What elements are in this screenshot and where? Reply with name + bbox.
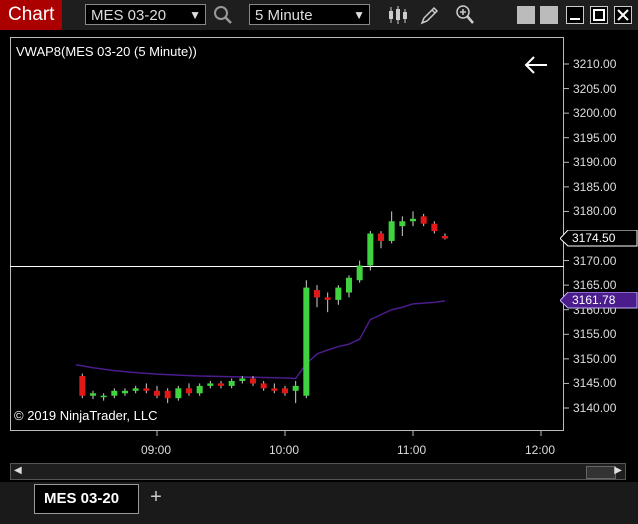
candle[interactable] — [442, 233, 448, 240]
candle[interactable] — [111, 388, 118, 399]
candle[interactable] — [79, 373, 86, 399]
y-tick-label: 3150.00 — [573, 351, 617, 366]
y-tick-label: 3205.00 — [573, 81, 617, 96]
candle[interactable] — [90, 390, 96, 400]
candle[interactable] — [164, 388, 171, 404]
candle-body-up — [303, 287, 310, 396]
candle-body-down — [164, 390, 171, 399]
add-tab-button[interactable]: + — [143, 484, 169, 512]
candle[interactable] — [410, 211, 416, 227]
y-tick-label: 3210.00 — [573, 57, 617, 71]
candle-body-down — [154, 390, 160, 396]
candle-body-up — [207, 383, 214, 386]
vwap-price-value: 3161.78 — [572, 293, 616, 308]
scrollbar-thumb[interactable] — [586, 466, 616, 479]
y-tick-label: 3180.00 — [573, 204, 617, 219]
candle-body-down — [271, 388, 278, 391]
last-price-value: 3174.50 — [572, 230, 616, 245]
candle-body-down — [314, 290, 320, 298]
arrow-left-icon[interactable] — [523, 55, 549, 75]
candle-body-down — [378, 233, 384, 241]
candle-body-up — [90, 393, 96, 396]
candle-body-up — [388, 221, 395, 241]
x-tick-label: 09:00 — [141, 443, 172, 457]
candle[interactable] — [196, 383, 203, 396]
candle[interactable] — [260, 380, 267, 391]
candle[interactable] — [399, 216, 406, 236]
candle-body-up — [228, 380, 235, 386]
candle[interactable] — [346, 275, 352, 298]
y-tick-label: 3195.00 — [573, 130, 617, 145]
candle[interactable] — [431, 221, 438, 234]
candle[interactable] — [282, 385, 288, 396]
candle-body-down — [282, 388, 288, 394]
candle-body-down — [324, 297, 331, 300]
y-tick-label: 3140.00 — [573, 401, 617, 415]
vwap-line[interactable] — [75, 300, 446, 380]
candle[interactable] — [367, 231, 374, 271]
copyright-text: © 2019 NinjaTrader, LLC — [14, 408, 158, 423]
candle-body-up — [196, 385, 203, 394]
x-tick-label: 11:00 — [397, 443, 427, 457]
candle-body-down — [420, 216, 427, 224]
candle[interactable] — [378, 231, 384, 249]
candle[interactable] — [356, 260, 363, 283]
candle-body-up — [367, 233, 374, 266]
candle[interactable] — [143, 383, 150, 394]
candle-body-up — [239, 378, 246, 381]
y-tick-label: 3200.00 — [573, 106, 617, 121]
candle-body-down — [442, 236, 448, 239]
x-tick-label: 10:00 — [269, 443, 300, 457]
candle-body-down — [250, 378, 256, 384]
candle-body-up — [335, 287, 342, 300]
y-tick-label: 3170.00 — [573, 253, 617, 268]
candle[interactable] — [122, 388, 128, 396]
candle[interactable] — [218, 380, 224, 389]
candle-body-down — [218, 383, 224, 386]
candle[interactable] — [132, 385, 139, 394]
candle[interactable] — [271, 383, 278, 394]
candle[interactable] — [335, 285, 342, 305]
candle[interactable] — [100, 393, 107, 401]
candle-body-down — [260, 383, 267, 389]
candle[interactable] — [228, 378, 235, 389]
candle[interactable] — [388, 211, 395, 244]
candle-body-down — [143, 388, 150, 391]
candle[interactable] — [314, 285, 320, 308]
candle-body-up — [100, 395, 107, 398]
scroll-right-icon[interactable]: ▶ — [614, 465, 622, 476]
y-tick-label: 3190.00 — [573, 155, 617, 170]
y-tick-label: 3185.00 — [573, 179, 617, 194]
candle-body-up — [292, 385, 299, 391]
x-tick-label: 12:00 — [525, 443, 556, 457]
y-tick-label: 3155.00 — [573, 327, 617, 342]
last-price-tag: 3174.50 — [560, 229, 638, 247]
candle[interactable] — [420, 213, 427, 227]
candle-body-up — [399, 221, 406, 227]
vwap-price-tag: 3161.78 — [560, 292, 638, 309]
indicator-label: VWAP8(MES 03-20 (5 Minute)) — [16, 44, 197, 59]
candle-body-up — [410, 218, 416, 222]
candle-body-down — [186, 388, 192, 394]
candle[interactable] — [207, 380, 214, 389]
candle-body-up — [346, 277, 352, 293]
horizontal-scrollbar[interactable]: ◀ ▶ — [10, 463, 626, 480]
candle[interactable] — [186, 383, 192, 396]
candle-body-up — [111, 390, 118, 396]
candle[interactable] — [175, 385, 182, 401]
candle[interactable] — [324, 292, 331, 313]
tab-mes-03-20[interactable]: MES 03-20 — [34, 484, 139, 514]
candle-body-up — [122, 390, 128, 394]
y-tick-label: 3145.00 — [573, 376, 617, 391]
candle-body-up — [356, 265, 363, 281]
candle-body-up — [175, 388, 182, 399]
scroll-left-icon[interactable]: ◀ — [14, 465, 22, 476]
candle-body-down — [79, 376, 86, 396]
candle-body-down — [431, 223, 438, 232]
candle[interactable] — [303, 280, 310, 399]
candle[interactable] — [154, 385, 160, 399]
candle[interactable] — [292, 380, 299, 404]
candle-body-up — [132, 388, 139, 391]
y-tick-label: 3165.00 — [573, 278, 617, 293]
